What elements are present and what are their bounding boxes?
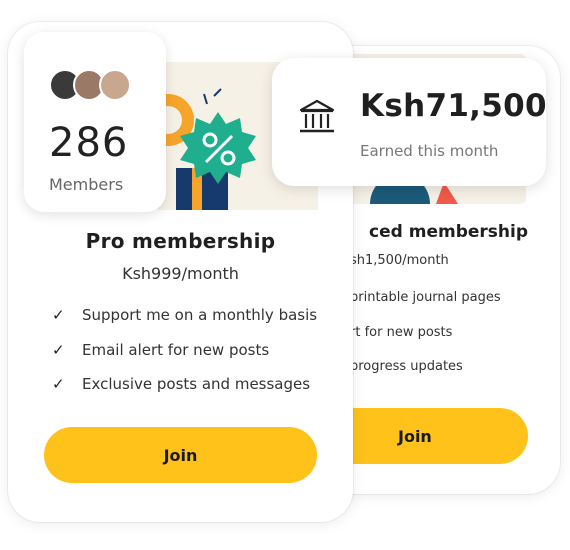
members-count: 286 (49, 120, 129, 166)
advanced-feature-2: rt for new posts (350, 325, 453, 340)
pro-feature-2-label: Email alert for new posts (82, 341, 270, 359)
advanced-feature-1: printable journal pages (350, 290, 501, 305)
check-icon: ✓ (52, 341, 65, 359)
advanced-card-price: sh1,500/month (350, 253, 449, 268)
earnings-card: Ksh71,500 Earned this month (272, 58, 547, 186)
earnings-amount: Ksh71,500 (360, 88, 547, 124)
check-icon: ✓ (52, 306, 65, 324)
pro-feature-1-label: Support me on a monthly basis (82, 306, 318, 324)
pro-card-price: Ksh999/month (122, 264, 239, 283)
bank-icon (299, 99, 335, 133)
check-icon: ✓ (52, 375, 65, 393)
pro-feature-3-label: Exclusive posts and messages (82, 375, 311, 393)
members-label: Members (49, 175, 124, 194)
advanced-feature-3: progress updates (350, 359, 463, 374)
pro-feature-row-1: ✓ Support me on a monthly basis (52, 306, 317, 324)
pro-join-button[interactable]: Join (44, 427, 317, 483)
earnings-label: Earned this month (360, 142, 499, 160)
avatar (99, 69, 131, 101)
pro-feature-row-3: ✓ Exclusive posts and messages (52, 375, 310, 393)
pro-feature-row-2: ✓ Email alert for new posts (52, 341, 269, 359)
pro-card-title: Pro membership (85, 229, 276, 253)
members-card: 286 Members (24, 32, 166, 212)
